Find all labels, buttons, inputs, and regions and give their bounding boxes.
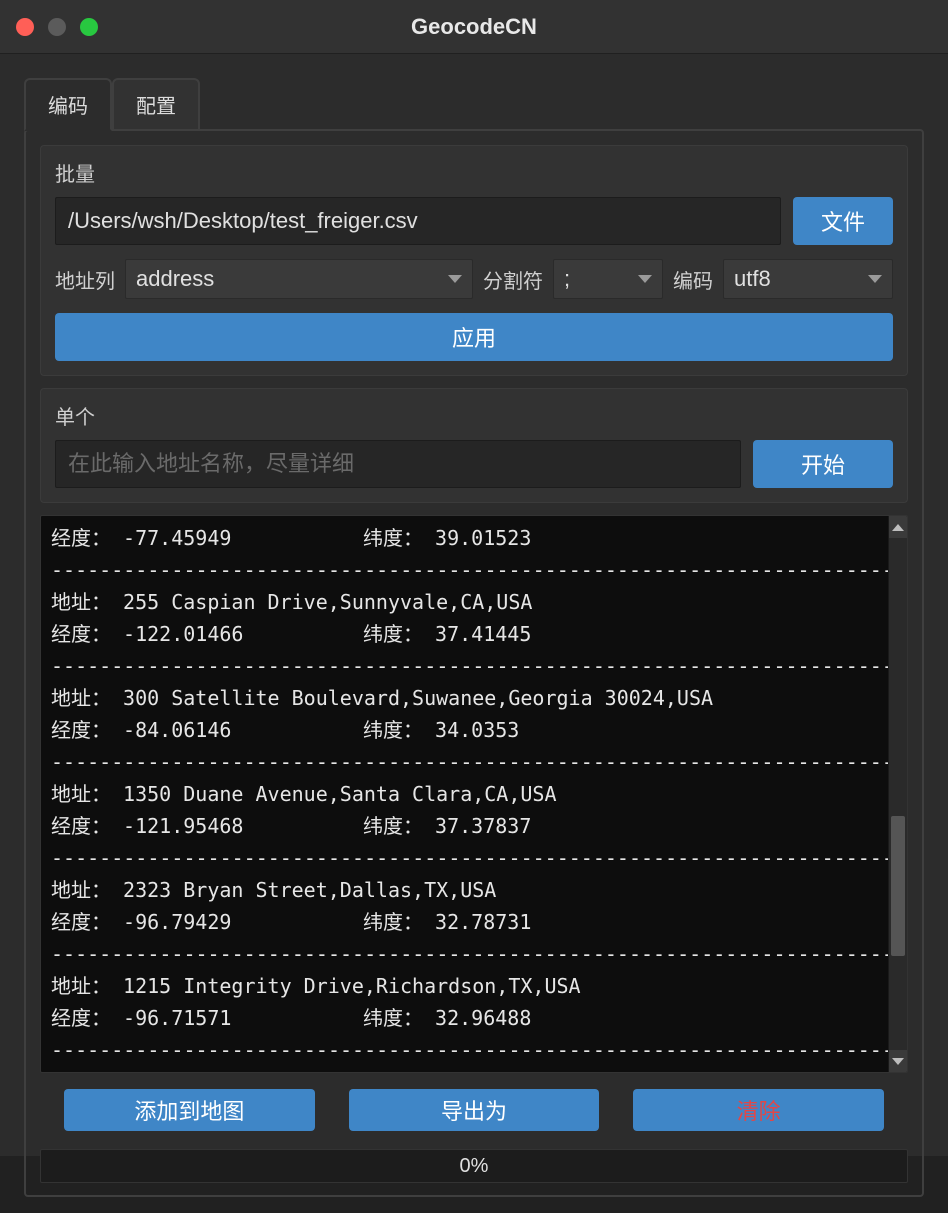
tab-config[interactable]: 配置 bbox=[112, 78, 200, 131]
log-output-wrapper: 经度： -77.45949纬度： 39.01523---------------… bbox=[40, 515, 908, 1073]
titlebar: GeocodeCN bbox=[0, 0, 948, 54]
action-row: 添加到地图 导出为 清除 bbox=[40, 1089, 908, 1131]
single-group-title: 单个 bbox=[55, 401, 893, 430]
close-window-icon[interactable] bbox=[16, 18, 34, 36]
single-address-input[interactable] bbox=[55, 440, 741, 488]
encoding-value: utf8 bbox=[734, 266, 771, 292]
apply-button[interactable]: 应用 bbox=[55, 313, 893, 361]
app-window: GeocodeCN 编码 配置 批量 文件 地址列 address 分割符 ; … bbox=[0, 0, 948, 1156]
tab-encode[interactable]: 编码 bbox=[24, 78, 112, 131]
log-output[interactable]: 经度： -77.45949纬度： 39.01523---------------… bbox=[41, 516, 888, 1072]
minimize-window-icon[interactable] bbox=[48, 18, 66, 36]
export-button[interactable]: 导出为 bbox=[349, 1089, 600, 1131]
separator-select[interactable]: ; bbox=[553, 259, 663, 299]
start-button[interactable]: 开始 bbox=[753, 440, 893, 488]
fullscreen-window-icon[interactable] bbox=[80, 18, 98, 36]
scrollbar[interactable] bbox=[888, 516, 907, 1072]
progress-bar: 0% bbox=[40, 1149, 908, 1183]
address-column-select[interactable]: address bbox=[125, 259, 473, 299]
tab-row: 编码 配置 bbox=[24, 78, 924, 131]
content-area: 编码 配置 批量 文件 地址列 address 分割符 ; 编码 utf8 bbox=[0, 54, 948, 1213]
file-browse-button[interactable]: 文件 bbox=[793, 197, 893, 245]
scroll-thumb[interactable] bbox=[891, 816, 905, 956]
encoding-label: 编码 bbox=[673, 265, 713, 294]
batch-group: 批量 文件 地址列 address 分割符 ; 编码 utf8 应用 bbox=[40, 145, 908, 376]
batch-group-title: 批量 bbox=[55, 158, 893, 187]
clear-button[interactable]: 清除 bbox=[633, 1089, 884, 1131]
address-column-value: address bbox=[136, 266, 214, 292]
address-column-label: 地址列 bbox=[55, 265, 115, 294]
traffic-lights bbox=[16, 18, 98, 36]
add-to-map-button[interactable]: 添加到地图 bbox=[64, 1089, 315, 1131]
single-group: 单个 开始 bbox=[40, 388, 908, 503]
window-title: GeocodeCN bbox=[411, 14, 537, 40]
scroll-down-icon[interactable] bbox=[889, 1050, 907, 1072]
separator-label: 分割符 bbox=[483, 265, 543, 294]
separator-value: ; bbox=[564, 266, 570, 292]
tab-panel-encode: 批量 文件 地址列 address 分割符 ; 编码 utf8 应用 bbox=[24, 129, 924, 1197]
encoding-select[interactable]: utf8 bbox=[723, 259, 893, 299]
progress-text: 0% bbox=[460, 1155, 489, 1178]
scroll-up-icon[interactable] bbox=[889, 516, 907, 538]
file-path-input[interactable] bbox=[55, 197, 781, 245]
